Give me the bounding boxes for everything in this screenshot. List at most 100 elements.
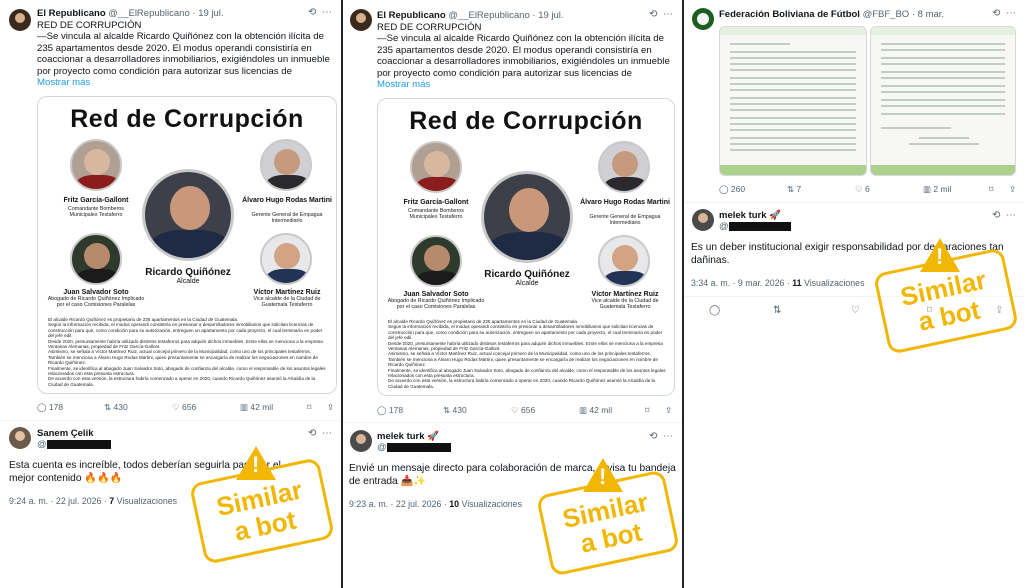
document-image-1[interactable] — [719, 26, 867, 176]
author-avatar[interactable] — [692, 8, 714, 30]
reply-author[interactable]: Sanem Çelik — [37, 428, 94, 439]
left-panel: El Republicano @__ElRepublicano · 19 jul… — [0, 0, 341, 588]
post-image-card[interactable]: Red de Corrupción Fritz García-Gallont C… — [377, 98, 675, 396]
post-date[interactable]: 19 jul. — [198, 8, 223, 19]
document-image-2[interactable] — [870, 26, 1016, 176]
grok-icon[interactable]: ⟲ — [992, 210, 1000, 221]
author-handle[interactable]: @__ElRepublicano — [448, 10, 529, 21]
card-paragraphs: El alcalde Ricardo Quiñónez es propietar… — [388, 319, 666, 389]
person-photo-alvaro — [260, 139, 312, 191]
views-button[interactable]: ▥ 42 mil — [240, 402, 273, 413]
reply-views-count: 11 — [792, 278, 802, 288]
card-title: Red de Corrupción — [70, 105, 304, 133]
grok-icon[interactable]: ⟲ — [649, 431, 657, 442]
redaction-bar — [386, 442, 451, 452]
author-name[interactable]: El Republicano — [377, 10, 446, 21]
reply-icon: ◯ — [709, 305, 721, 316]
reply-handle[interactable]: @ — [37, 439, 47, 450]
post-date[interactable]: 19 jul. — [538, 10, 563, 21]
bookmark-button[interactable]: ⌑ — [989, 184, 993, 195]
reply-menu: ⟲ ⋯ — [308, 428, 332, 439]
like-button[interactable]: ♡ 656 — [172, 402, 196, 413]
grok-icon[interactable]: ⟲ — [649, 9, 657, 20]
person-name-alvaro: Álvaro Hugo Rodas Martini — [242, 197, 332, 204]
repost-button[interactable]: ⇅ 430 — [104, 402, 128, 413]
post-image-card[interactable]: Red de Corrupción Fritz García-Gallont C… — [37, 96, 337, 394]
grok-icon[interactable]: ⟲ — [992, 8, 1000, 19]
post-header: Federación Boliviana de Fútbol @FBF_BO ·… — [719, 9, 945, 20]
show-more-link[interactable]: Mostrar más — [377, 79, 677, 90]
repost-button[interactable]: ⇅ 7 — [787, 184, 801, 195]
more-icon[interactable]: ⋯ — [663, 431, 673, 442]
grok-icon[interactable]: ⟲ — [308, 7, 316, 18]
reply-avatar[interactable] — [692, 209, 714, 231]
reply-button[interactable]: ◯ 260 — [719, 184, 745, 195]
reply-button[interactable]: ◯ 178 — [377, 405, 403, 416]
post-date[interactable]: 8 mar. — [918, 9, 944, 20]
views-button[interactable]: ▥ 42 mil — [579, 405, 612, 416]
reply-author[interactable]: melek turk 🚀 — [377, 431, 439, 442]
reply-handle[interactable]: @ — [719, 221, 729, 232]
reply-views-label: Visualizaciones — [116, 496, 178, 506]
like-button[interactable]: ♡ — [851, 305, 860, 316]
reply-menu: ⟲ ⋯ — [649, 431, 673, 442]
person-photo-ricardo — [481, 171, 573, 263]
share-button[interactable]: ⇪ — [665, 405, 672, 416]
author-name[interactable]: El Republicano — [37, 8, 106, 19]
reply-button[interactable]: ◯ 178 — [37, 402, 63, 413]
author-handle[interactable]: @FBF_BO — [863, 9, 910, 20]
reply-meta: 9:23 a. m. · 22 jul. 2026 · 10 Visualiza… — [349, 499, 522, 509]
reply-meta: 3:34 a. m. · 9 mar. 2026 · 11 Visualizac… — [691, 278, 864, 288]
author-avatar[interactable] — [350, 9, 372, 31]
reply-handle[interactable]: @ — [377, 442, 387, 453]
post-text: RED DE CORRUPCIÓN —Se vincula al alcalde… — [377, 22, 677, 90]
reply-avatar[interactable] — [9, 427, 31, 449]
post-heading: RED DE CORRUPCIÓN — [377, 22, 482, 33]
views-button[interactable]: ▥ 2 mil — [923, 184, 951, 195]
more-icon[interactable]: ⋯ — [322, 7, 332, 18]
reply-time[interactable]: 9:23 a. m. · 22 jul. 2026 · — [349, 499, 447, 509]
author-name[interactable]: Federación Boliviana de Fútbol — [719, 9, 860, 20]
bookmark-button[interactable]: ⌑ — [307, 402, 311, 413]
right-panel: Federación Boliviana de Fútbol @FBF_BO ·… — [684, 0, 1024, 588]
show-more-link[interactable]: Mostrar más — [37, 77, 337, 88]
redaction-bar — [728, 221, 791, 231]
reply-avatar[interactable] — [350, 430, 372, 452]
card-paragraphs: El alcalde Ricardo Quiñónez es propietar… — [48, 317, 328, 387]
more-icon[interactable]: ⋯ — [322, 428, 332, 439]
person-photo-juan — [70, 233, 122, 285]
person-role-juan: Abogado de Ricardo Quiñónez Implicado po… — [387, 298, 485, 310]
center-role: Alcalde — [176, 278, 200, 285]
repost-button[interactable]: ⇅ — [773, 305, 781, 316]
card-paragraph: Asimismo, se señala a Víctor Martínez Ru… — [48, 349, 318, 366]
more-icon[interactable]: ⋯ — [1006, 8, 1016, 19]
card-title: Red de Corrupción — [409, 107, 643, 135]
repost-button[interactable]: ⇅ 430 — [443, 405, 467, 416]
post-menu: ⟲ ⋯ — [649, 9, 673, 20]
person-role-victor: Vice alcalde de la Ciudad de Guatemala T… — [253, 296, 321, 308]
reply-handle-row: @ — [719, 221, 791, 232]
more-icon[interactable]: ⋯ — [663, 9, 673, 20]
center-name: Ricardo Quiñónez — [145, 267, 231, 278]
post-header: El Republicano @__ElRepublicano · 19 jul… — [37, 8, 224, 19]
like-button[interactable]: ♡ 6 — [855, 184, 870, 195]
reply-icon: ◯ — [377, 405, 387, 415]
more-icon[interactable]: ⋯ — [1006, 210, 1016, 221]
share-button[interactable]: ⇪ — [1009, 184, 1016, 195]
author-handle[interactable]: @__ElRepublicano — [108, 8, 189, 19]
person-photo-ricardo — [142, 169, 234, 261]
author-avatar[interactable] — [9, 9, 31, 31]
reply-views-label: Visualizaciones — [804, 278, 865, 288]
reply-author[interactable]: melek turk 🚀 — [719, 210, 781, 221]
separator — [0, 420, 341, 421]
share-button[interactable]: ⇪ — [327, 402, 334, 413]
grok-icon[interactable]: ⟲ — [308, 428, 316, 439]
reply-time[interactable]: 9:24 a. m. · 22 jul. 2026 · — [9, 496, 107, 506]
reply-header: Sanem Çelik — [37, 428, 94, 439]
like-button[interactable]: ♡ 656 — [511, 405, 535, 416]
share-icon: ⇪ — [1009, 184, 1017, 194]
bookmark-button[interactable]: ⌑ — [645, 405, 649, 416]
reply-button[interactable]: ◯ — [709, 305, 720, 316]
reply-time[interactable]: 3:34 a. m. · 9 mar. 2026 · — [691, 278, 790, 288]
person-photo-fritz — [70, 139, 122, 191]
